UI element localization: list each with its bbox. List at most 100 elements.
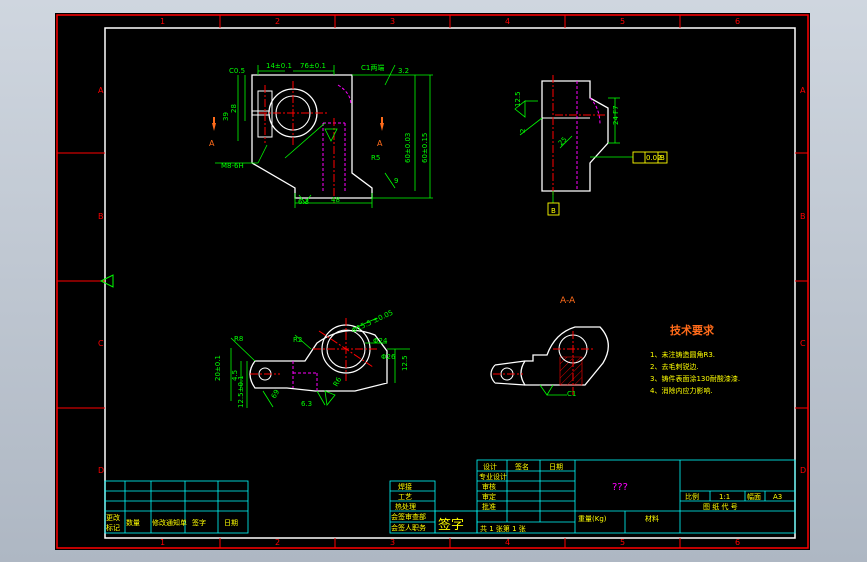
rev-label-qty: 数量 bbox=[126, 518, 140, 527]
zone-right-b: B bbox=[800, 212, 806, 221]
view-section: A-A C1 bbox=[490, 296, 609, 398]
dim-phi26: Φ26 bbox=[381, 353, 396, 361]
zone-top-6: 6 bbox=[735, 17, 740, 26]
technical-requirements: 技术要求 1、未注铸造圆角R3. 2、去毛刺锐边. 3、铸件表面涂130耐酸漆漆… bbox=[650, 323, 740, 395]
dim-lines-main bbox=[215, 64, 433, 208]
sheet-border bbox=[56, 14, 809, 549]
zone-bottom-1: 1 bbox=[160, 538, 165, 547]
role-check: 审核 bbox=[482, 482, 496, 491]
zone-ticks bbox=[57, 15, 808, 548]
dim-125-right: 12.5 bbox=[401, 355, 409, 371]
drawing-title: ??? bbox=[612, 482, 628, 493]
dim-60-003: 60±0.03 bbox=[404, 133, 412, 163]
dim-125-plan: 12.5±0.1 bbox=[237, 375, 245, 408]
view-side: 12.5 2 25 24 F7 0.02 B B bbox=[514, 75, 668, 216]
label-review-dept: 会签审查部 bbox=[391, 512, 426, 521]
drawing-no-label: 图 纸 代 号 bbox=[703, 502, 738, 511]
dim-r8: R8 bbox=[234, 335, 243, 343]
drawing-frame bbox=[104, 27, 796, 539]
hidden-lines-main bbox=[322, 84, 352, 191]
rev-label-sign: 签字 bbox=[192, 518, 206, 527]
tech-item-4: 4、消除内应力影响. bbox=[650, 386, 713, 395]
hdr-design: 设计 bbox=[483, 462, 497, 471]
role-release: 批准 bbox=[482, 502, 496, 511]
tech-item-3: 3、铸件表面涂130耐酸漆漆. bbox=[650, 374, 740, 383]
dim-32: 3.2 bbox=[398, 67, 409, 75]
dim-69: 69 bbox=[270, 388, 281, 400]
zone-bottom-3: 3 bbox=[390, 538, 395, 547]
rev-label-date: 日期 bbox=[224, 519, 238, 527]
dim-25: 25 bbox=[557, 135, 569, 147]
tech-item-2: 2、去毛刺锐边. bbox=[650, 362, 699, 371]
zone-top-5: 5 bbox=[620, 17, 625, 26]
dim-60-015: 60±0.15 bbox=[421, 133, 429, 163]
zone-bottom-5: 5 bbox=[620, 538, 625, 547]
dim-9: 9 bbox=[394, 177, 398, 185]
label-weld: 焊接 bbox=[398, 482, 412, 491]
dim-2: 2 bbox=[519, 129, 527, 133]
view-main: C0.5 14±0.1 76±0.1 C1两端 3.2 28 39 M8-6H … bbox=[209, 62, 433, 208]
tech-title: 技术要求 bbox=[670, 323, 715, 337]
dim-r5: R5 bbox=[371, 154, 380, 162]
scale-value: 1:1 bbox=[719, 493, 730, 501]
part-outline-side bbox=[541, 80, 609, 192]
dim-lines-section bbox=[539, 384, 567, 396]
hdr-date: 日期 bbox=[549, 463, 563, 471]
dim-r6: R6 bbox=[332, 375, 344, 388]
label-reviewer: 会签人职务 bbox=[391, 523, 426, 532]
drawing-sheet: 1 2 3 4 5 6 1 2 3 4 5 6 A B C D A B C D bbox=[55, 13, 810, 550]
dim-39: 39 bbox=[222, 112, 230, 121]
rev-label-notice: 修改通知单 bbox=[152, 518, 187, 527]
zone-right-c: C bbox=[800, 339, 806, 348]
zone-left-d: D bbox=[98, 466, 104, 475]
zone-left-c: C bbox=[98, 339, 104, 348]
zone-left-b: B bbox=[98, 212, 104, 221]
section-mark-a-right: A bbox=[377, 139, 383, 148]
sheet-size-label: 幅面 bbox=[747, 492, 761, 501]
zone-top-2: 2 bbox=[275, 17, 280, 26]
datum-b: B bbox=[551, 207, 556, 215]
hidden-lines-side bbox=[576, 81, 601, 191]
label-process: 工艺 bbox=[398, 493, 412, 501]
zone-bottom-4: 4 bbox=[505, 538, 510, 547]
scale-label: 比例 bbox=[685, 492, 699, 501]
dim-m8: M8-6H bbox=[221, 162, 244, 170]
dim-28: 28 bbox=[230, 104, 238, 113]
zone-top-1: 1 bbox=[160, 17, 165, 26]
rev-label-change: 更改 bbox=[106, 513, 120, 522]
dim-63: 6.3 bbox=[298, 198, 309, 206]
zone-right-d: D bbox=[800, 466, 806, 475]
dim-63-plan: 6.3 bbox=[301, 400, 312, 408]
dim-14: 14±0.1 bbox=[266, 62, 292, 70]
dim-c05: C0.5 bbox=[229, 67, 245, 75]
center-lines-side bbox=[552, 75, 605, 197]
material-label: 材料 bbox=[645, 514, 659, 523]
hidden-lines-plan bbox=[292, 361, 318, 391]
dim-76: 76±0.1 bbox=[300, 62, 326, 70]
role-designer: 专业设计 bbox=[479, 472, 507, 481]
gtol-datum: B bbox=[660, 154, 665, 162]
dim-r2: R2 bbox=[293, 336, 302, 344]
label-heat: 热处理 bbox=[395, 502, 416, 511]
zone-bottom-2: 2 bbox=[275, 538, 280, 547]
signature-text: 签字 bbox=[438, 517, 464, 533]
dim-phi155: Φ15.5 ±0.05 bbox=[350, 309, 394, 335]
zone-right-a: A bbox=[800, 86, 806, 95]
tech-item-1: 1、未注铸造圆角R3. bbox=[650, 350, 715, 359]
weight-label: 重量(Kg) bbox=[578, 515, 607, 523]
zone-top-4: 4 bbox=[505, 17, 510, 26]
zone-top-3: 3 bbox=[390, 17, 395, 26]
role-approve: 审定 bbox=[482, 492, 496, 501]
sheet-size-value: A3 bbox=[773, 493, 782, 501]
view-plan: R8 R2 20±0.1 4.5 12.5±0.1 69 6.3 R6 Φ15.… bbox=[214, 309, 410, 408]
dim-24f7: 24 F7 bbox=[612, 105, 620, 125]
sheet-count: 共 1 张第 1 张 bbox=[480, 524, 526, 533]
dim-c1-section: C1 bbox=[567, 390, 576, 398]
dim-20: 20±0.1 bbox=[214, 355, 222, 381]
section-title: A-A bbox=[560, 296, 576, 306]
section-mark-a-left: A bbox=[209, 139, 215, 148]
dim-c1: C1两端 bbox=[361, 63, 384, 72]
rev-label-mark: 标记 bbox=[106, 523, 120, 532]
section-rib bbox=[490, 360, 526, 386]
dim-125: 12.5 bbox=[514, 91, 522, 107]
